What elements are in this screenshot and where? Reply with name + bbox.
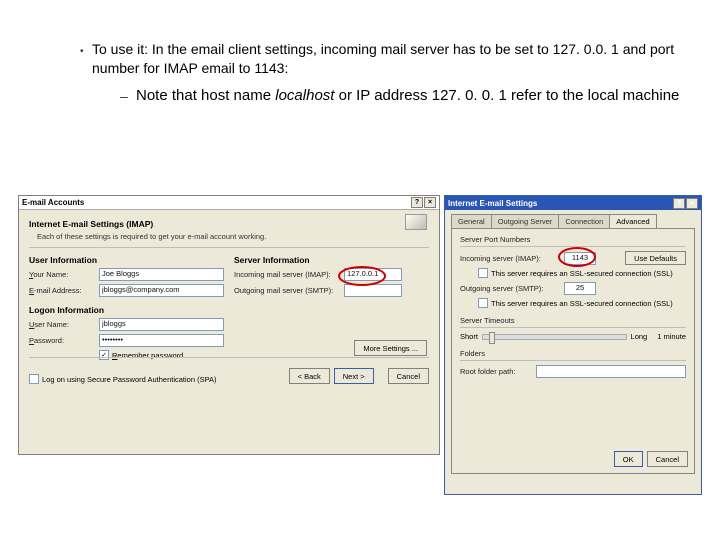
imap-heading: Internet E-mail Settings (IMAP)	[29, 219, 429, 229]
sub-text-prefix: Note that host name	[136, 87, 275, 104]
dialog1-body: Internet E-mail Settings (IMAP) Each of …	[19, 210, 439, 392]
outgoing-label: Outgoing mail server (SMTP):	[234, 286, 344, 295]
root-folder-input[interactable]	[536, 365, 686, 378]
your-name-label: Your Name:	[29, 270, 99, 279]
incoming-server-input[interactable]: 127.0.0.1	[344, 268, 402, 281]
dialog1-title: E-mail Accounts	[22, 198, 84, 207]
your-name-input[interactable]: Joe Bloggs	[99, 268, 224, 281]
use-defaults-button[interactable]: Use Defaults	[625, 251, 686, 265]
tab-general[interactable]: General	[451, 214, 492, 228]
sub-bullet-row: – Note that host name localhost or IP ad…	[120, 86, 684, 106]
email-input[interactable]: jbloggs@company.com	[99, 284, 224, 297]
remember-password-checkbox[interactable]: ✓	[99, 350, 109, 360]
folders-group-title: Folders	[460, 349, 686, 358]
username-input[interactable]: jbloggs	[99, 318, 224, 331]
sub-bullet-text: Note that host name localhost or IP addr…	[136, 86, 679, 106]
ok-button[interactable]: OK	[614, 451, 643, 467]
outgoing-port-label: Outgoing server (SMTP):	[460, 284, 564, 293]
tabs: General Outgoing Server Connection Advan…	[445, 210, 701, 228]
incoming-port-input[interactable]: 1143	[564, 252, 596, 265]
sub-text-suffix: or IP address 127. 0. 0. 1 refer to the …	[334, 87, 679, 104]
close-button[interactable]: ×	[424, 197, 436, 208]
dialog1-titlebar: E-mail Accounts ? ×	[19, 196, 439, 210]
username-label: User Name:	[29, 320, 99, 329]
timeout-slider[interactable]	[482, 334, 627, 340]
tab-connection[interactable]: Connection	[558, 214, 610, 228]
outgoing-server-input[interactable]	[344, 284, 402, 297]
ssl-out-label: This server requires an SSL-secured conn…	[491, 299, 673, 308]
logon-info-head: Logon Information	[29, 305, 224, 315]
bullet-marker: •	[80, 46, 92, 57]
advanced-panel: Server Port Numbers Incoming server (IMA…	[451, 228, 695, 474]
tab-advanced[interactable]: Advanced	[609, 214, 656, 228]
server-info-head: Server Information	[234, 255, 429, 265]
timeout-value: 1 minute	[657, 332, 686, 341]
user-info-head: User Information	[29, 255, 224, 265]
help-button[interactable]: ?	[411, 197, 423, 208]
incoming-port-label: Incoming server (IMAP):	[460, 254, 564, 263]
email-accounts-dialog: E-mail Accounts ? × Internet E-mail Sett…	[18, 195, 440, 455]
ssl-out-checkbox[interactable]	[478, 298, 488, 308]
help-button-2[interactable]: ?	[673, 198, 685, 209]
ssl-in-label: This server requires an SSL-secured conn…	[491, 269, 673, 278]
password-label: Password:	[29, 336, 99, 345]
wizard-icon	[405, 214, 427, 230]
email-label: E-mail Address:	[29, 286, 99, 295]
root-folder-label: Root folder path:	[460, 367, 536, 376]
timeout-long-label: Long	[631, 332, 648, 341]
wizard-buttons: < Back Next > Cancel	[289, 368, 429, 384]
dialog2-title: Internet E-mail Settings	[448, 199, 537, 208]
slide-text: • To use it: In the email client setting…	[0, 0, 720, 118]
ssl-in-checkbox[interactable]	[478, 268, 488, 278]
bullet-text: To use it: In the email client settings,…	[92, 40, 684, 78]
next-button[interactable]: Next >	[334, 368, 374, 384]
back-button[interactable]: < Back	[289, 368, 330, 384]
timeout-short-label: Short	[460, 332, 478, 341]
spa-checkbox[interactable]	[29, 374, 39, 384]
incoming-label: Incoming mail server (IMAP):	[234, 270, 344, 279]
more-settings-button[interactable]: More Settings ...	[354, 340, 427, 356]
divider-bottom	[29, 357, 429, 358]
outgoing-port-input[interactable]: 25	[564, 282, 596, 295]
dialog2-titlebar: Internet E-mail Settings ? ×	[445, 196, 701, 210]
dialog-area: E-mail Accounts ? × Internet E-mail Sett…	[18, 195, 702, 495]
divider	[29, 247, 429, 248]
close-button-2[interactable]: ×	[686, 198, 698, 209]
remember-password-label: Remember password	[112, 351, 183, 360]
sub-bullet-marker: –	[120, 88, 136, 104]
cancel-button-2[interactable]: Cancel	[647, 451, 688, 467]
internet-email-settings-dialog: Internet E-mail Settings ? × General Out…	[444, 195, 702, 495]
ports-group-title: Server Port Numbers	[460, 235, 686, 244]
spa-label: Log on using Secure Password Authenticat…	[42, 375, 217, 384]
tab-outgoing[interactable]: Outgoing Server	[491, 214, 560, 228]
cancel-button[interactable]: Cancel	[388, 368, 429, 384]
bullet-row: • To use it: In the email client setting…	[80, 40, 684, 78]
slider-thumb[interactable]	[489, 332, 495, 344]
timeouts-group-title: Server Timeouts	[460, 316, 686, 325]
sub-text-localhost: localhost	[275, 87, 334, 104]
password-input[interactable]: ••••••••	[99, 334, 224, 347]
imap-desc: Each of these settings is required to ge…	[37, 232, 429, 241]
